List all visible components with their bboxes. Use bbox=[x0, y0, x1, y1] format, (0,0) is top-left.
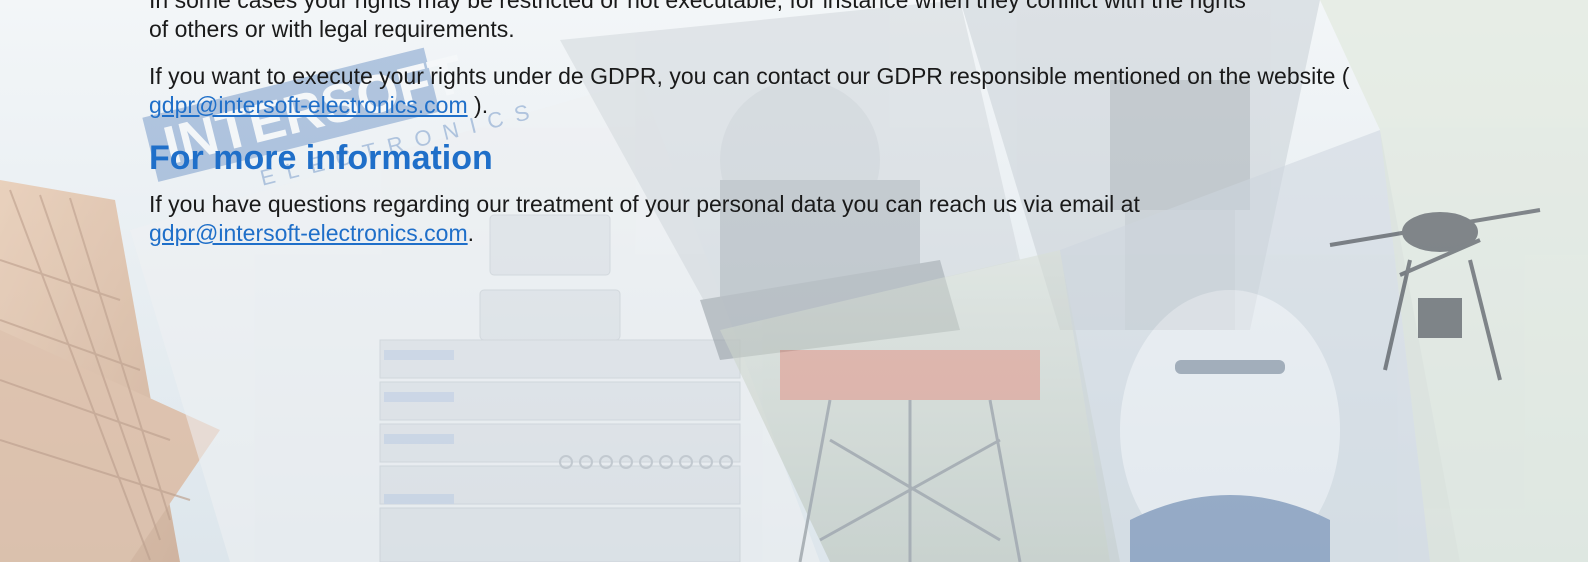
more-information-text: If you have questions regarding our trea… bbox=[149, 191, 1140, 217]
more-information-paragraph: If you have questions regarding our trea… bbox=[149, 190, 1399, 248]
rights-restriction-line-2: of others or with legal requirements. bbox=[149, 16, 515, 42]
execute-rights-text: If you want to execute your rights under… bbox=[149, 63, 1350, 89]
execute-rights-paragraph: If you want to execute your rights under… bbox=[149, 62, 1399, 120]
gdpr-email-link-1[interactable]: gdpr@intersoft-electronics.com bbox=[149, 92, 468, 118]
execute-rights-suffix: ). bbox=[474, 92, 489, 118]
more-information-suffix: . bbox=[467, 220, 475, 246]
rights-restriction-line-1: In some cases your rights may be restric… bbox=[149, 0, 1246, 13]
more-information-heading: For more information bbox=[149, 139, 493, 177]
gdpr-content: In some cases your rights may be restric… bbox=[149, 0, 1409, 266]
rights-restriction-paragraph: In some cases your rights may be restric… bbox=[149, 0, 1399, 44]
gdpr-email-link-2[interactable]: gdpr@intersoft-electronics.com bbox=[149, 220, 468, 246]
